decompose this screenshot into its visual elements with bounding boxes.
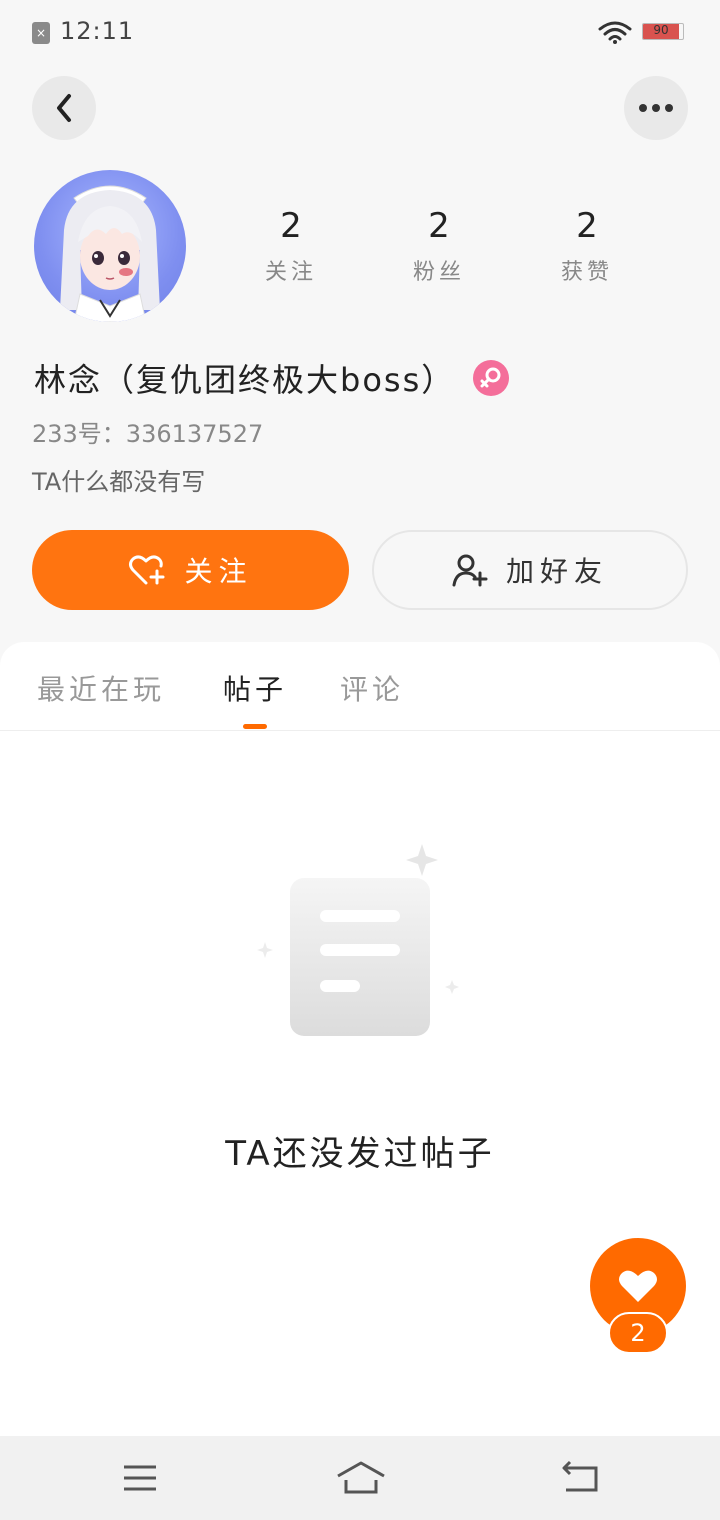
follow-button[interactable]: 关注 xyxy=(32,530,349,610)
user-id: 233号：336137527 xyxy=(32,420,264,448)
stat-following-label: 关注 xyxy=(264,260,317,285)
empty-state-text: TA还没发过帖子 xyxy=(225,1134,495,1174)
more-dots-icon xyxy=(639,104,673,112)
stat-likes[interactable]: 2 获赞 xyxy=(547,206,627,286)
sim-error-icon: × xyxy=(32,22,50,44)
menu-icon[interactable] xyxy=(122,1458,158,1498)
add-friend-button[interactable]: 加好友 xyxy=(372,530,688,610)
home-icon[interactable] xyxy=(336,1458,386,1498)
user-bio: TA什么都没有写 xyxy=(32,468,206,496)
stat-likes-value: 2 xyxy=(576,206,598,246)
avatar-illustration xyxy=(60,185,160,322)
name-row: 林念（复仇团终极大boss） xyxy=(34,356,510,400)
battery-level: 90 xyxy=(653,23,669,37)
tab-divider xyxy=(0,730,720,731)
like-count-badge: 2 xyxy=(608,1312,668,1354)
battery-indicator: 90 xyxy=(642,23,684,40)
more-button[interactable] xyxy=(624,76,688,140)
avatar[interactable] xyxy=(34,170,186,322)
user-name: 林念（复仇团终极大boss） xyxy=(34,361,456,399)
status-bar: × 12:11 90 xyxy=(0,0,720,64)
add-user-icon xyxy=(452,554,488,587)
system-nav-bar xyxy=(0,1436,720,1520)
stat-followers-value: 2 xyxy=(428,206,450,246)
tab-comments[interactable]: 评论 xyxy=(340,668,404,708)
back-button[interactable] xyxy=(32,76,96,140)
tab-recently-played[interactable]: 最近在玩 xyxy=(37,668,165,708)
follow-button-label: 关注 xyxy=(184,555,253,588)
back-nav-icon[interactable] xyxy=(560,1458,600,1498)
female-icon xyxy=(473,360,510,396)
tab-posts[interactable]: 帖子 xyxy=(223,668,287,708)
empty-document-icon xyxy=(257,844,459,1036)
tab-active-indicator xyxy=(243,724,267,729)
chevron-left-icon xyxy=(57,94,71,122)
stat-following-value: 2 xyxy=(280,206,302,246)
wifi-icon xyxy=(598,21,632,44)
stat-following[interactable]: 2 关注 xyxy=(251,206,331,286)
stat-likes-label: 获赞 xyxy=(560,260,613,285)
stat-followers[interactable]: 2 粉丝 xyxy=(399,206,479,286)
add-friend-button-label: 加好友 xyxy=(505,555,608,588)
stat-followers-label: 粉丝 xyxy=(412,260,465,285)
heart-plus-icon xyxy=(129,555,165,585)
status-time: 12:11 xyxy=(60,17,135,45)
